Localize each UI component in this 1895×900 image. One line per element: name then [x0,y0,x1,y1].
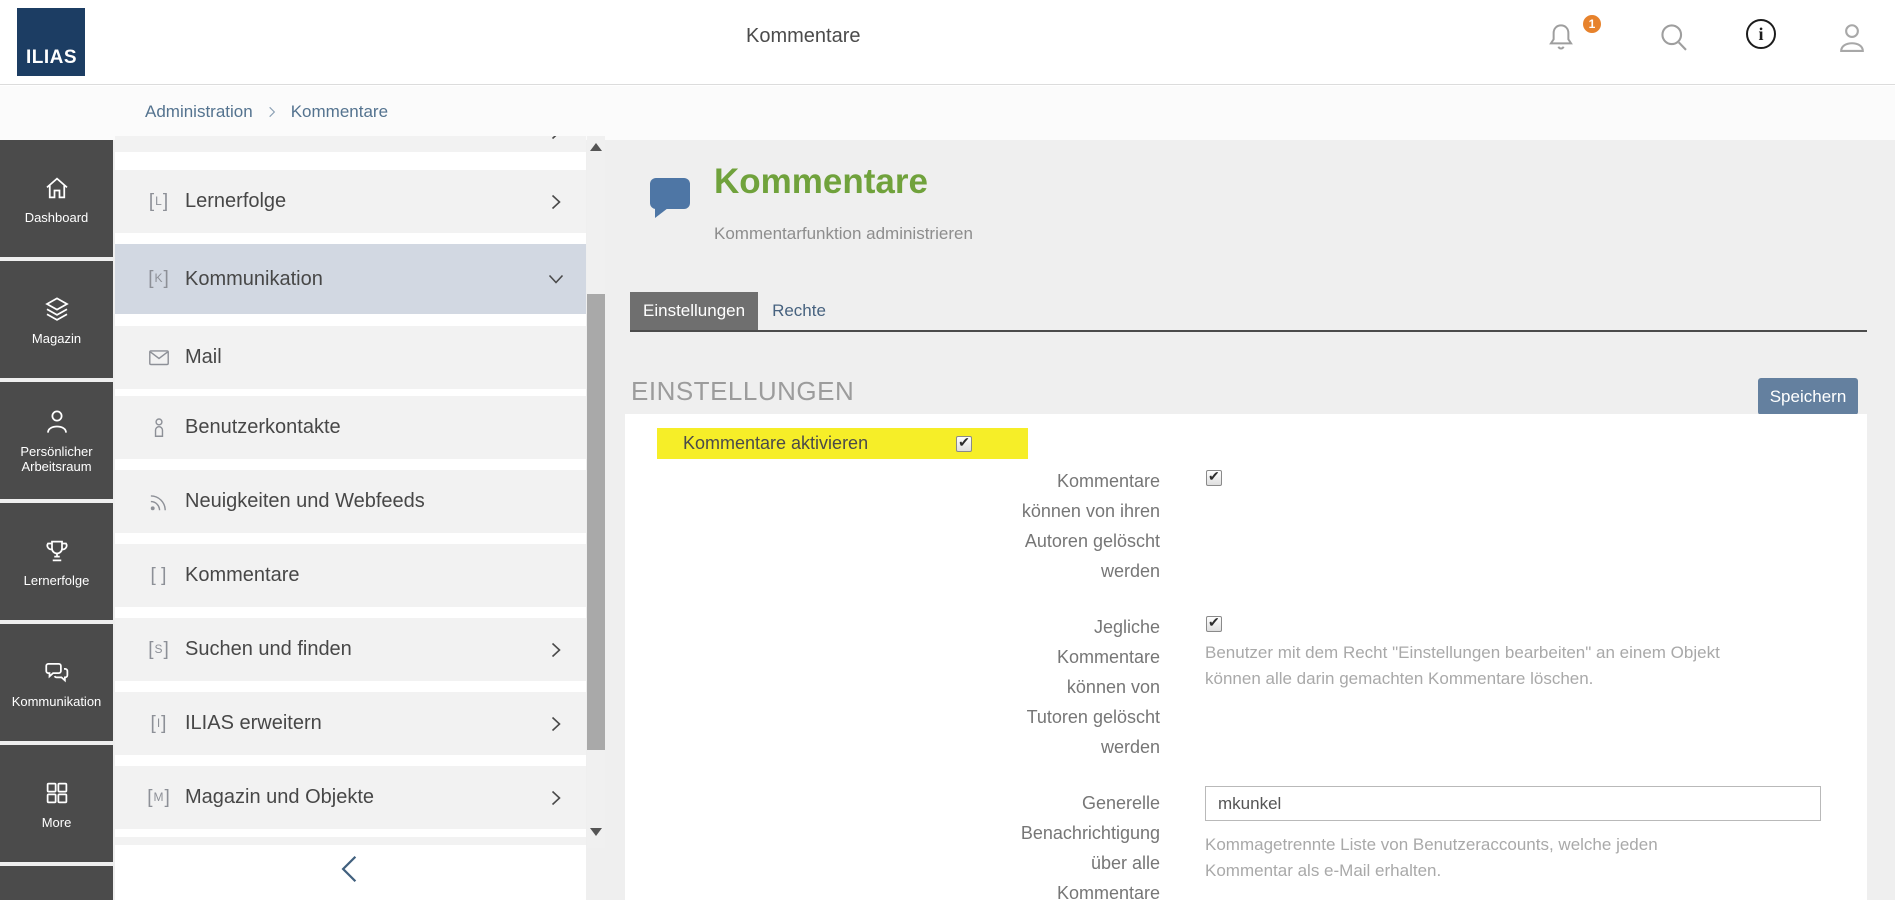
notification-badge[interactable]: 1 [1581,13,1603,35]
scrollbar-up-arrow[interactable] [590,143,602,151]
scrollbar-down-arrow[interactable] [590,828,602,836]
bracket-icon: [K] [148,268,170,290]
breadcrumb-chevron-icon [265,104,279,120]
help-button[interactable]: i [1746,19,1776,49]
menu-scrollbar [587,136,605,848]
sidebar-item-more[interactable]: More [0,745,113,862]
notifications-button[interactable] [1544,17,1584,61]
menu-item-suchen-und-finden[interactable]: [S] Suchen und finden [115,618,586,681]
info-icon: i [1758,24,1763,45]
chevron-right-icon [544,638,568,662]
sidebar-item-persoenlicher-arbeitsraum[interactable]: Persönlicher Arbeitsraum [0,382,113,499]
sidebar-item-lernerfolge[interactable]: Lernerfolge [0,503,113,620]
menu-item-mail[interactable]: Mail [115,326,586,389]
comment-bubble-icon [650,178,690,209]
settings-form: Kommentare aktivieren Kommentare können … [625,414,1867,900]
save-button[interactable]: Speichern [1758,378,1858,415]
chevron-left-icon [330,848,372,890]
layers-icon [42,294,72,324]
breadcrumb-kommentare[interactable]: Kommentare [291,102,388,122]
sidebar-item-dashboard[interactable]: Dashboard [0,140,113,257]
menu-item-kommentare[interactable]: [ ] Kommentare [115,544,586,607]
menu-item-benutzerkontakte[interactable]: Benutzerkontakte [115,396,586,459]
section-heading: EINSTELLUNGEN [631,376,854,407]
search-button[interactable] [1656,17,1696,61]
breadcrumb: Administration Kommentare [0,86,1895,140]
sidebar-item-kommunikation[interactable]: Kommunikation [0,624,113,741]
rail-label: Dashboard [21,210,93,225]
notification-accounts-input[interactable] [1205,786,1821,821]
tutor-delete-label: Jegliche Kommentare können von Tutoren g… [625,612,1160,762]
tab-einstellungen[interactable]: Einstellungen [630,292,758,331]
ilias-logo-text: ILIAS [26,47,77,69]
bell-icon [1544,17,1578,57]
author-delete-checkbox[interactable] [1206,470,1222,486]
bracket-icon: [I] [151,713,168,735]
activate-comments-label: Kommentare aktivieren [683,433,868,454]
chat-bubbles-icon [42,657,72,687]
trophy-icon [42,536,72,566]
page-title-header: Kommentare [746,25,861,48]
content-subtitle: Kommentarfunktion administrieren [714,224,973,244]
tutor-delete-checkbox[interactable] [1206,616,1222,632]
menu-item-magazin-und-objekte[interactable]: [M] Magazin und Objekte [115,766,586,829]
bracket-icon: [L] [149,191,169,213]
content-title: Kommentare [714,162,928,202]
menu-item-kommunikation[interactable]: [K] Kommunikation [115,244,586,314]
menu-item-lernerfolge[interactable]: [L] Lernerfolge [115,170,586,233]
menu-item-partial-top[interactable] [115,136,586,152]
user-icon [1834,17,1870,59]
bracket-icon: [ ] [151,565,168,587]
content-area: Kommentare Kommentarfunktion administrie… [606,140,1895,900]
chevron-down-icon [544,267,568,291]
scrollbar-thumb[interactable] [587,294,605,750]
menu-item-neuigkeiten-webfeeds[interactable]: Neuigkeiten und Webfeeds [115,470,586,533]
menu-item-partial-bottom[interactable] [115,837,586,845]
bracket-icon: [M] [147,787,171,809]
rail-label: Kommunikation [8,694,106,709]
grid-icon [42,778,72,808]
tab-bar: Einstellungen Rechte [630,292,840,331]
person-icon [42,407,72,437]
rail-label: Lernerfolge [20,573,94,588]
ilias-logo[interactable]: ILIAS [17,8,85,76]
home-icon [42,173,72,203]
author-delete-label: Kommentare können von ihren Autoren gelö… [625,466,1160,586]
ilias-admin-page: ILIAS Kommentare 1 i [0,0,1895,900]
search-icon [1656,17,1692,57]
rail-label: More [38,815,76,830]
administration-menu-panel: [L] Lernerfolge [K] Kommunikation Mail [115,136,586,900]
activate-comments-checkbox[interactable] [956,436,972,452]
rail-label: Persönlicher Arbeitsraum [0,444,113,474]
top-header: ILIAS Kommentare 1 i [0,0,1895,85]
breadcrumb-administration[interactable]: Administration [145,102,253,122]
user-menu-button[interactable] [1834,17,1874,61]
activate-comments-row-highlight: Kommentare aktivieren [657,428,1028,459]
sidebar-item-magazin[interactable]: Magazin [0,261,113,378]
chevron-right-icon [544,136,568,144]
collapse-menu-button[interactable] [330,848,372,894]
tab-underline [630,330,1867,332]
menu-item-ilias-erweitern[interactable]: [I] ILIAS erweitern [115,692,586,755]
contact-person-icon [146,415,172,441]
tutor-delete-byline: Benutzer mit dem Recht "Einstellungen be… [1205,640,1835,692]
rss-icon [146,489,172,515]
mail-icon [146,345,172,371]
notification-label: Generelle Benachrichtigung über alle Kom… [625,788,1160,900]
chevron-right-icon [544,786,568,810]
bracket-icon: [S] [148,639,170,661]
tab-rechte[interactable]: Rechte [758,292,840,331]
rail-label: Magazin [28,331,85,346]
chevron-right-icon [544,190,568,214]
notification-byline: Kommagetrennte Liste von Benutzeraccount… [1205,832,1835,884]
chevron-right-icon [544,712,568,736]
sidebar-item-partial[interactable] [0,866,113,900]
